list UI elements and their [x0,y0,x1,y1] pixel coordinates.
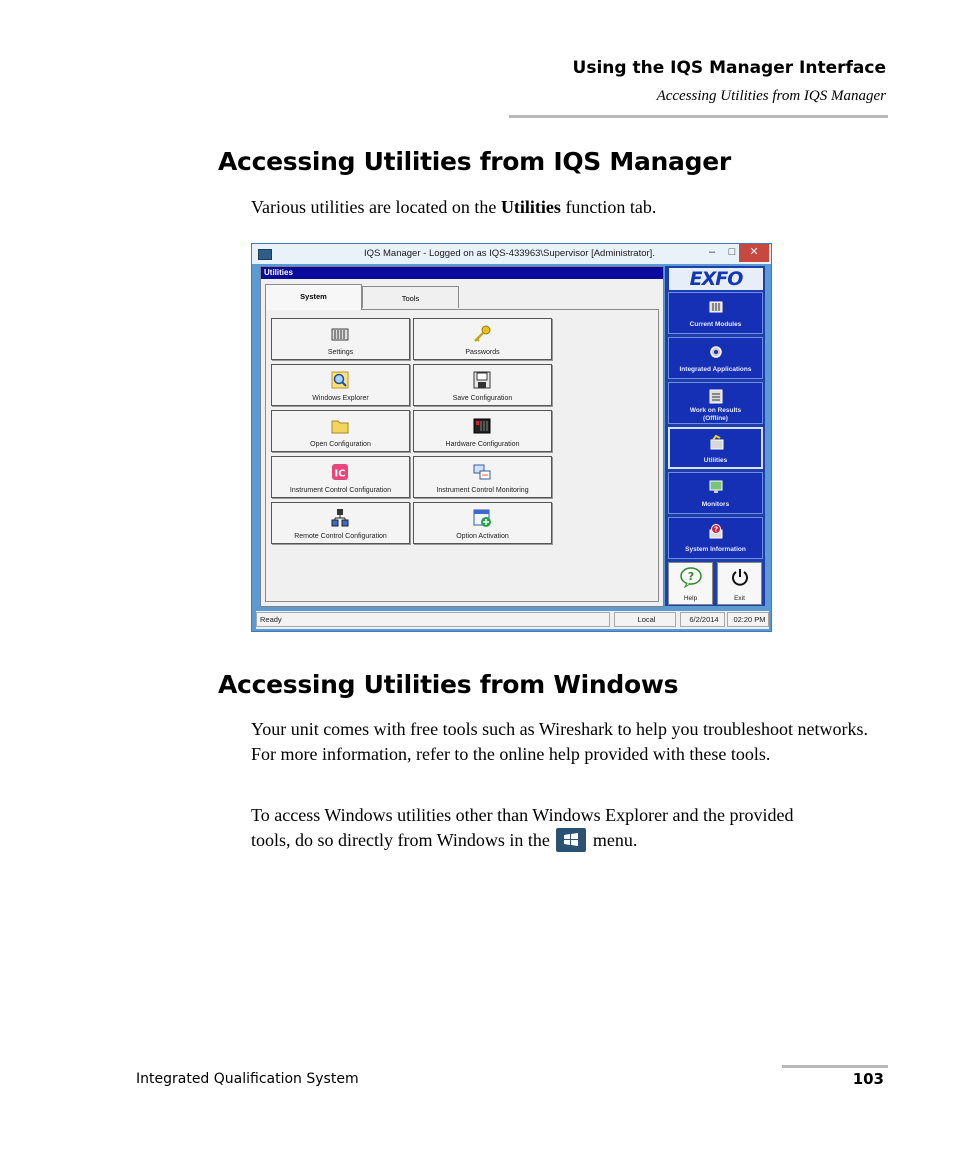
work-on-results-label: Work on Results (Offline) [689,407,742,422]
section-heading-iqs: Accessing Utilities from IQS Manager [218,147,731,176]
windows-start-icon [556,827,587,852]
settings-label: Settings [327,349,354,356]
modules-icon [709,301,723,313]
remote-control-configuration-button[interactable]: Remote Control Configuration [271,502,410,544]
minimize-button[interactable]: – [702,244,722,262]
passwords-button[interactable]: Passwords [413,318,552,360]
instrument-control-configuration-label: Instrument Control Configuration [289,487,392,494]
utilities-icon [710,434,724,450]
option-activation-button[interactable]: Option Activation [413,502,552,544]
passwords-label: Passwords [465,349,500,356]
hardware-configuration-button[interactable]: Hardware Configuration [413,410,552,452]
running-header-title: Using the IQS Manager Interface [572,58,886,78]
function-side-panel: EXFO Current Modules Integrated Applicat… [665,266,765,606]
footer-rule [782,1065,888,1068]
instrument-control-monitoring-button[interactable]: Instrument Control Monitoring [413,456,552,498]
paragraph-windows-menu: To access Windows utilities other than W… [251,805,794,852]
system-menu-icon[interactable] [258,249,272,260]
page-number: 103 [852,1070,884,1088]
results-icon [709,389,723,404]
panel-title: Utilities [261,267,663,279]
network-icon [331,509,349,527]
utilities-panel: Utilities System Tools Settings Password… [260,266,664,607]
key-icon [474,325,491,342]
utilities-label: Utilities [703,457,728,464]
hardware-icon [473,418,491,434]
svg-text:?: ? [688,570,694,583]
applications-icon [710,346,722,358]
hardware-configuration-label: Hardware Configuration [445,441,520,448]
utilities-button[interactable]: Utilities [668,427,763,469]
monitoring-icon [473,464,491,480]
paragraph-tools: Your unit comes with free tools such as … [251,719,869,764]
option-add-icon [473,509,491,527]
status-ready: Ready [256,612,610,627]
floppy-icon [473,371,491,389]
help-icon: ? [680,567,702,588]
integrated-applications-button[interactable]: Integrated Applications [668,337,763,379]
ic-icon: IC [332,464,348,480]
tab-content: Settings Passwords Windows Explorer Save… [265,309,659,602]
settings-button[interactable]: Settings [271,318,410,360]
system-information-label: System Information [685,546,746,553]
exit-button[interactable]: Exit [717,562,762,605]
tab-system[interactable]: System [265,284,362,310]
settings-icon [331,328,349,341]
intro-paragraph: Various utilities are located on the Uti… [251,197,657,217]
save-configuration-label: Save Configuration [452,395,513,402]
window-title: IQS Manager - Logged on as IQS-433963\Su… [364,248,655,259]
help-label: Help [683,595,698,602]
exfo-logo: EXFO [669,268,763,290]
monitors-button[interactable]: Monitors [668,472,763,514]
status-mode: Local [614,612,676,627]
open-configuration-button[interactable]: Open Configuration [271,410,410,452]
window-titlebar: IQS Manager - Logged on as IQS-433963\Su… [252,244,771,264]
svg-text:IC: IC [334,469,345,480]
windows-explorer-button[interactable]: Windows Explorer [271,364,410,406]
open-configuration-label: Open Configuration [310,441,371,448]
integrated-applications-label: Integrated Applications [679,366,752,373]
option-activation-label: Option Activation [456,533,509,540]
save-configuration-button[interactable]: Save Configuration [413,364,552,406]
monitors-label: Monitors [701,501,730,508]
system-information-button[interactable]: ? System Information [668,517,763,559]
current-modules-button[interactable]: Current Modules [668,292,763,334]
status-bar: Ready Local 6/2/2014 02:20 PM [256,611,769,629]
instrument-control-configuration-button[interactable]: IC Instrument Control Configuration [271,456,410,498]
header-rule [509,115,888,118]
close-button[interactable]: ✕ [739,244,769,262]
magnifier-icon [331,371,349,389]
status-time: 02:20 PM [727,612,769,627]
monitors-icon [709,480,723,493]
svg-text:?: ? [714,526,718,534]
instrument-control-monitoring-label: Instrument Control Monitoring [436,487,529,494]
footer-product-name: Integrated Qualification System [136,1071,359,1087]
windows-explorer-label: Windows Explorer [312,395,369,402]
help-button[interactable]: ? Help [668,562,713,605]
running-header-subtitle: Accessing Utilities from IQS Manager [656,88,886,104]
power-icon [732,569,748,586]
current-modules-label: Current Modules [689,321,742,328]
folder-icon [331,420,349,434]
status-date: 6/2/2014 [680,612,725,627]
remote-control-configuration-label: Remote Control Configuration [294,533,387,540]
exit-label: Exit [734,595,745,602]
work-on-results-button[interactable]: Work on Results (Offline) [668,382,763,424]
tab-tools[interactable]: Tools [362,286,459,308]
system-info-icon: ? [709,524,723,539]
iqs-manager-window: IQS Manager - Logged on as IQS-433963\Su… [251,243,772,632]
section-heading-windows: Accessing Utilities from Windows [218,670,679,699]
